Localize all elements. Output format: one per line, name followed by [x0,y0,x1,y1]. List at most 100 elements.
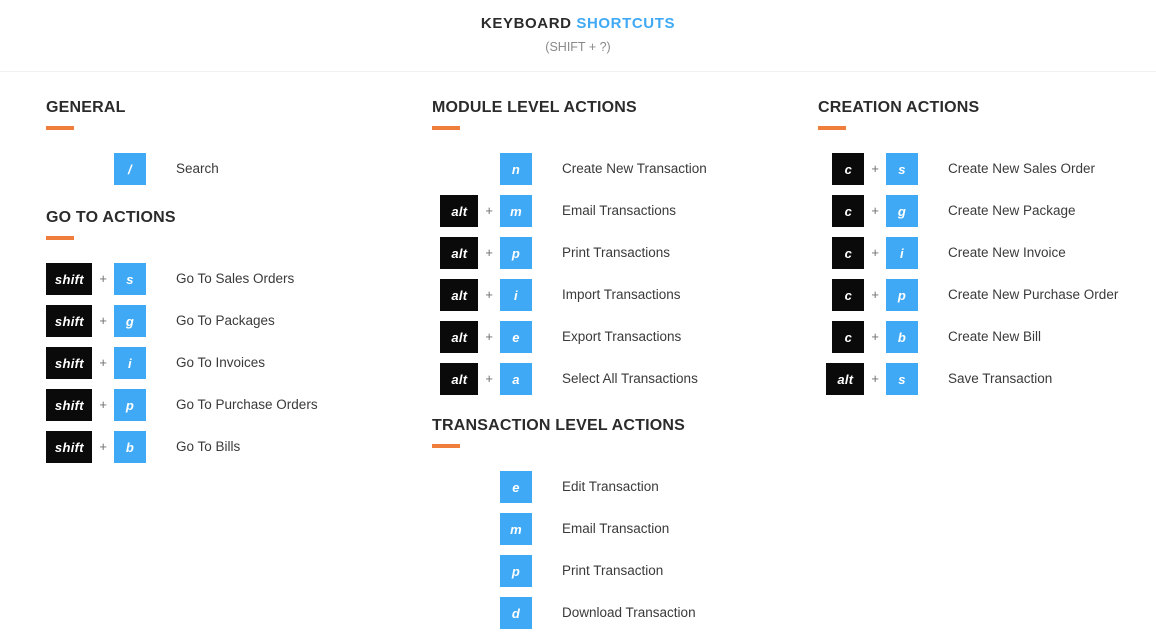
key-combo: shift + p [46,389,146,421]
key-combo: alt + a [432,363,532,395]
shortcut-label: Search [176,161,219,176]
key-combo: m [432,513,532,545]
shortcut-label: Create New Transaction [562,161,707,176]
shortcut-key[interactable]: / [114,153,146,185]
plus-separator: + [485,329,493,344]
modifier-key[interactable]: c [832,279,865,311]
shortcut-row: shift + s Go To Sales Orders [46,258,426,300]
shortcut-key[interactable]: p [500,555,532,587]
shortcut-key[interactable]: s [886,153,918,185]
page-title-primary: KEYBOARD [480,15,572,32]
section-underline-creation-actions [818,126,846,130]
section-transaction-level-actions: TRANSACTION LEVEL ACTIONS e Edit Transacti… [432,416,812,634]
section-creation-actions: CREATION ACTIONS c + s Create New Sales Orde… [818,98,1156,400]
modifier-key[interactable]: c [832,237,865,269]
shortcut-label: Create New Invoice [948,245,1066,260]
shortcut-label: Go To Packages [176,313,275,328]
shortcut-label: Download Transaction [562,605,696,620]
key-combo: c + b [818,321,918,353]
shortcut-label: Export Transactions [562,329,682,344]
shortcut-row: shift + b Go To Bills [46,426,426,468]
shortcut-key[interactable]: a [500,363,532,395]
modifier-key[interactable]: shift [46,347,93,379]
shortcut-row: c + b Create New Bill [818,316,1156,358]
key-combo: shift + b [46,431,146,463]
plus-separator: + [485,203,493,218]
shortcut-key[interactable]: i [500,279,532,311]
modifier-key[interactable]: alt [440,363,479,395]
shortcut-row: alt + p Print Transactions [432,232,812,274]
shortcut-label: Print Transactions [562,245,671,260]
shortcut-label: Email Transaction [562,521,670,536]
shortcut-key[interactable]: g [886,195,918,227]
plus-separator: + [485,287,493,302]
modifier-key[interactable]: alt [440,237,479,269]
modifier-key[interactable]: c [832,321,865,353]
modifier-key[interactable]: alt [440,279,479,311]
shortcut-row: alt + a Select All Transactions [432,358,812,400]
shortcut-label: Select All Transactions [562,371,698,386]
modifier-key[interactable]: c [832,195,865,227]
shortcut-key[interactable]: i [114,347,146,379]
shortcut-label: Create New Purchase Order [948,287,1119,302]
modifier-key[interactable]: shift [46,431,93,463]
plus-separator: + [871,287,879,302]
shortcut-label: Create New Package [948,203,1076,218]
section-title-creation-actions: CREATION ACTIONS [818,99,980,116]
modifier-key[interactable]: shift [46,389,93,421]
shortcut-row: m Email Transaction [432,508,812,550]
key-combo: n [432,153,532,185]
shortcut-key[interactable]: e [500,471,532,503]
section-underline-go-to-actions [46,236,74,240]
shortcut-row: e Edit Transaction [432,466,812,508]
shortcut-key[interactable]: s [886,363,918,395]
shortcuts-board: GENERAL / Search GO TO ACTIONS shift + s Go To … [0,72,1156,643]
shortcut-row: alt + m Email Transactions [432,190,812,232]
section-title-module-level-actions: MODULE LEVEL ACTIONS [432,99,637,116]
shortcut-key[interactable]: i [886,237,918,269]
modifier-key[interactable]: shift [46,263,93,295]
shortcut-key[interactable]: p [500,237,532,269]
plus-separator: + [99,313,107,328]
shortcut-row: alt + i Import Transactions [432,274,812,316]
shortcut-row: c + i Create New Invoice [818,232,1156,274]
section-title-go-to-actions: GO TO ACTIONS [46,209,176,226]
shortcut-key[interactable]: b [114,431,146,463]
page-subtitle: (SHIFT + ?) [545,40,611,54]
section-module-level-actions: MODULE LEVEL ACTIONS n Create New Transact… [432,98,812,400]
shortcut-key[interactable]: p [886,279,918,311]
shortcut-list-go-to-actions: shift + s Go To Sales Orders shift + g Go To Pa… [46,258,426,468]
shortcut-list-transaction-level-actions: e Edit Transaction m Email Transaction p Prin… [432,466,812,634]
plus-separator: + [871,329,879,344]
shortcut-label: Go To Purchase Orders [176,397,318,412]
modifier-key[interactable]: c [832,153,865,185]
shortcut-label: Go To Sales Orders [176,271,295,286]
shortcut-list-creation-actions: c + s Create New Sales Order c + g Create New P… [818,148,1156,400]
shortcut-key[interactable]: b [886,321,918,353]
shortcut-row: shift + i Go To Invoices [46,342,426,384]
key-combo: c + p [818,279,918,311]
modifier-key[interactable]: alt [826,363,865,395]
shortcut-row: c + g Create New Package [818,190,1156,232]
plus-separator: + [485,245,493,260]
shortcut-key[interactable]: e [500,321,532,353]
shortcut-key[interactable]: m [500,513,532,545]
key-combo: c + s [818,153,918,185]
modifier-key[interactable]: alt [440,321,479,353]
shortcut-key[interactable]: s [114,263,146,295]
shortcut-row: alt + s Save Transaction [818,358,1156,400]
modifier-key[interactable]: shift [46,305,93,337]
key-combo: alt + m [432,195,532,227]
section-title-transaction-level-actions: TRANSACTION LEVEL ACTIONS [432,417,686,434]
shortcut-key[interactable]: p [114,389,146,421]
shortcut-key[interactable]: n [500,153,532,185]
shortcut-key[interactable]: g [114,305,146,337]
shortcut-label: Create New Bill [948,329,1042,344]
key-combo: shift + g [46,305,146,337]
plus-separator: + [99,271,107,286]
shortcut-row: alt + e Export Transactions [432,316,812,358]
shortcut-key[interactable]: m [500,195,532,227]
modifier-key[interactable]: alt [440,195,479,227]
shortcut-key[interactable]: d [500,597,532,629]
shortcut-label: Email Transactions [562,203,677,218]
